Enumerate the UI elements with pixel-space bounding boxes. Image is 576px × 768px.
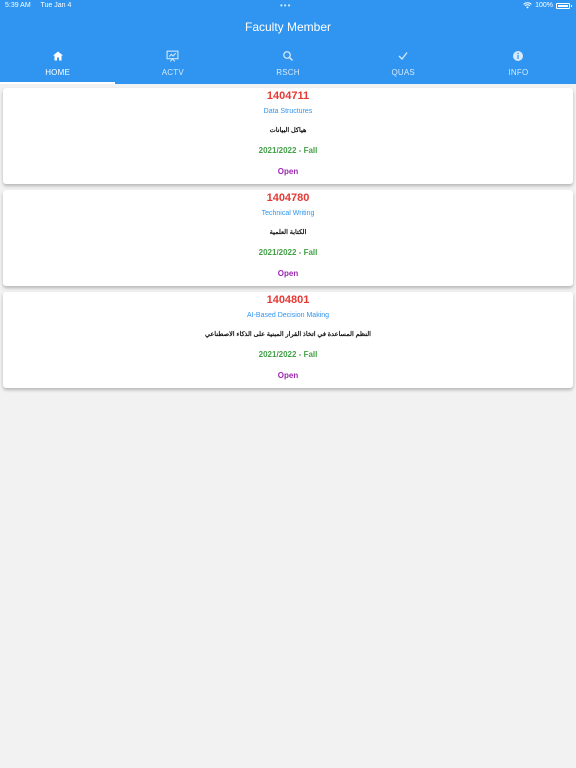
course-semester: 2021/2022 - Fall <box>258 248 318 257</box>
status-bar: 5:39 AM Tue Jan 4 ••• 100% <box>0 0 576 12</box>
tab-home[interactable]: HOME <box>0 46 116 84</box>
open-course-link[interactable]: Open <box>3 167 573 176</box>
course-code: 1404780 <box>266 192 310 204</box>
open-course-link[interactable]: Open <box>3 371 573 380</box>
tab-quas[interactable]: QUAS <box>346 46 461 84</box>
course-name: Technical Writing <box>261 210 315 217</box>
presentation-icon <box>166 49 180 63</box>
course-code: 1404711 <box>266 90 310 102</box>
tab-rsch-label: RSCH <box>276 68 300 77</box>
course-name-arabic: النظم المساعدة في اتخاذ القرار المبنية ع… <box>205 331 371 338</box>
course-name: AI-Based Decision Making <box>246 312 330 319</box>
page-title: Faculty Member <box>244 20 332 34</box>
course-name: Data Structures <box>263 108 313 115</box>
wifi-icon <box>523 2 532 9</box>
tab-home-label: HOME <box>45 68 70 77</box>
tab-bar: HOME ACTV RSCH QUAS INFO <box>0 46 576 84</box>
battery-icon <box>556 2 572 9</box>
course-code: 1404801 <box>266 294 310 306</box>
course-card[interactable]: 1404801 AI-Based Decision Making النظم ا… <box>3 292 573 388</box>
course-card[interactable]: 1404780 Technical Writing الكتابة العلمي… <box>3 190 573 286</box>
open-course-link[interactable]: Open <box>3 269 573 278</box>
course-card[interactable]: 1404711 Data Structures هياكل البيانات 2… <box>3 88 573 184</box>
multitasking-dots-icon[interactable]: ••• <box>280 1 291 10</box>
tab-quas-label: QUAS <box>391 68 415 77</box>
tab-info-label: INFO <box>508 68 529 77</box>
check-icon <box>396 49 410 63</box>
tab-info[interactable]: INFO <box>461 46 576 84</box>
app-header: 5:39 AM Tue Jan 4 ••• 100% Faculty Membe… <box>0 0 576 84</box>
course-list: 1404711 Data Structures هياكل البيانات 2… <box>3 88 573 394</box>
course-name-arabic: هياكل البيانات <box>269 127 307 134</box>
home-icon <box>51 49 65 63</box>
tab-actv-label: ACTV <box>161 68 184 77</box>
status-date: Tue Jan 4 <box>40 2 72 9</box>
tab-rsch[interactable]: RSCH <box>230 46 345 84</box>
battery-percent: 100% <box>535 2 553 9</box>
status-time: 5:39 AM <box>5 2 31 9</box>
course-name-arabic: الكتابة العلمية <box>269 229 307 236</box>
tab-actv[interactable]: ACTV <box>115 46 230 84</box>
search-icon <box>281 49 295 63</box>
course-semester: 2021/2022 - Fall <box>258 146 318 155</box>
course-semester: 2021/2022 - Fall <box>258 350 318 359</box>
info-icon <box>511 49 525 63</box>
